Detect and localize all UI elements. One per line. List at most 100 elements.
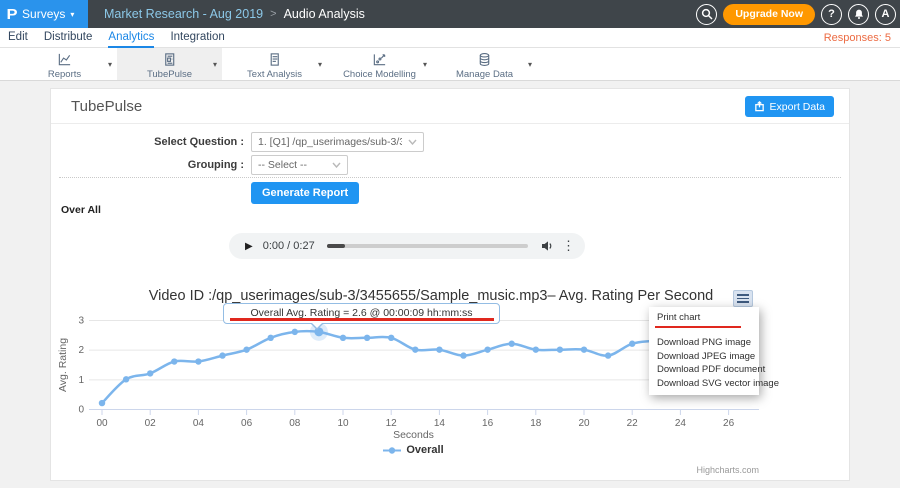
panel-header: TubePulse Export Data	[51, 89, 849, 124]
document-icon	[267, 52, 282, 67]
generate-report-button[interactable]: Generate Report	[251, 182, 359, 204]
svg-text:Avg. Rating: Avg. Rating	[57, 338, 69, 392]
svg-text:2: 2	[78, 345, 84, 356]
svg-text:1: 1	[78, 375, 84, 386]
svg-text:16: 16	[482, 418, 494, 429]
toolbar-group-tubepulse: TubePulse ▾	[117, 48, 222, 80]
avatar[interactable]: A	[875, 4, 896, 25]
app-root: P Surveys ▾ Market Research - Aug 2019 >…	[0, 0, 900, 488]
hamburger-icon	[737, 294, 749, 296]
chart-context-button[interactable]	[733, 290, 753, 307]
select-question-label: Select Question :	[51, 136, 244, 148]
chart-legend[interactable]: Overall	[56, 444, 771, 456]
toolbar-item-reports[interactable]: Reports	[12, 49, 117, 80]
audio-time: 0:00 / 0:27	[263, 240, 315, 252]
line-chart-icon	[57, 52, 72, 67]
kebab-menu-icon[interactable]: ⋮	[562, 238, 575, 254]
header-actions: Upgrade Now ? A	[696, 0, 896, 28]
volume-icon[interactable]	[540, 239, 554, 253]
chevron-down-icon[interactable]: ▾	[108, 60, 112, 69]
chart-tooltip: Overall Avg. Rating = 2.6 @ 00:00:09 hh:…	[223, 303, 500, 324]
product-name: Surveys	[22, 7, 65, 21]
annotation-underline	[230, 318, 494, 321]
chart-context-menu: Print chart Download PNG image Download …	[649, 307, 759, 395]
svg-text:00: 00	[96, 418, 108, 429]
breadcrumb: Market Research - Aug 2019 > Audio Analy…	[104, 0, 365, 28]
chevron-down-icon[interactable]: ▾	[423, 60, 427, 69]
svg-text:02: 02	[145, 418, 157, 429]
scatter-icon	[372, 52, 387, 67]
svg-text:0: 0	[78, 405, 84, 416]
export-data-button[interactable]: Export Data	[745, 96, 834, 117]
breadcrumb-current: Audio Analysis	[284, 7, 365, 21]
highcharts-credit[interactable]: Highcharts.com	[696, 465, 759, 475]
annotation-underline	[655, 326, 741, 329]
analytics-toolbar: Reports ▾ TubePulse ▾ Text Analysis ▾ Ch…	[0, 48, 900, 81]
svg-text:06: 06	[241, 418, 253, 429]
menu-item-download-jpeg[interactable]: Download JPEG image	[649, 350, 759, 364]
chevron-down-icon[interactable]: ▾	[318, 60, 322, 69]
database-icon	[477, 52, 492, 67]
audio-seekbar[interactable]	[327, 244, 528, 248]
audio-player: ▶ 0:00 / 0:27 ⋮	[229, 233, 585, 259]
svg-text:10: 10	[337, 418, 349, 429]
toolbar-group-reports: Reports ▾	[12, 48, 117, 80]
chevron-down-icon[interactable]: ▾	[213, 60, 217, 69]
play-icon[interactable]: ▶	[245, 241, 253, 252]
surveys-menu[interactable]: P Surveys ▾	[0, 0, 88, 28]
svg-text:08: 08	[289, 418, 301, 429]
select-question-value: 1. [Q1] /qp_userimages/sub-3/3455655/S..…	[252, 136, 402, 148]
svg-text:22: 22	[627, 418, 639, 429]
svg-text:3: 3	[78, 316, 84, 327]
legend-marker-icon	[383, 446, 401, 455]
chart-title: Video ID :/qp_userimages/sub-3/3455655/S…	[51, 288, 811, 304]
select-question-dropdown[interactable]: 1. [Q1] /qp_userimages/sub-3/3455655/S..…	[251, 132, 424, 152]
toolbar-group-text-analysis: Text Analysis ▾	[222, 48, 327, 80]
toolbar-group-manage-data: Manage Data ▾	[432, 48, 537, 80]
help-button[interactable]: ?	[821, 4, 842, 25]
nav-item-edit[interactable]: Edit	[8, 28, 28, 48]
audio-seekbar-played	[327, 244, 345, 248]
overall-label: Over All	[61, 204, 101, 216]
chevron-down-icon[interactable]: ▾	[528, 60, 532, 69]
upgrade-now-button[interactable]: Upgrade Now	[723, 4, 815, 25]
notifications-button[interactable]	[848, 4, 869, 25]
toolbar-item-text-analysis[interactable]: Text Analysis	[222, 49, 327, 80]
menu-item-download-pdf[interactable]: Download PDF document	[649, 363, 759, 377]
search-icon	[701, 8, 713, 20]
svg-text:14: 14	[434, 418, 446, 429]
questionpro-logo-icon: P	[6, 6, 17, 23]
grouping-dropdown[interactable]: -- Select --	[251, 155, 348, 175]
legend-label: Overall	[406, 444, 443, 456]
panel-title: TubePulse	[71, 98, 142, 115]
toolbar-item-tubepulse[interactable]: TubePulse	[117, 49, 222, 80]
bell-icon	[853, 8, 865, 20]
toolbar-group-choice-modelling: Choice Modelling ▾	[327, 48, 432, 80]
svg-text:20: 20	[578, 418, 590, 429]
svg-text:26: 26	[723, 418, 735, 429]
toolbar-item-choice-modelling[interactable]: Choice Modelling	[327, 49, 432, 80]
toolbar-item-manage-data[interactable]: Manage Data	[432, 49, 537, 80]
menu-item-print-chart[interactable]: Print chart	[649, 311, 759, 326]
grouping-value: -- Select --	[252, 159, 326, 171]
nav-item-integration[interactable]: Integration	[170, 28, 224, 48]
breadcrumb-survey-link[interactable]: Market Research - Aug 2019	[104, 7, 263, 21]
media-report-icon	[162, 52, 177, 67]
chart-area: Video ID :/qp_userimages/sub-3/3455655/S…	[51, 279, 851, 482]
chevron-down-icon: ▾	[70, 9, 74, 19]
menu-item-download-svg[interactable]: Download SVG vector image	[649, 377, 759, 391]
search-button[interactable]	[696, 4, 717, 25]
breadcrumb-separator: >	[270, 8, 276, 20]
x-axis-label: Seconds	[56, 429, 771, 441]
section-nav: Edit Distribute Analytics Integration Re…	[0, 28, 900, 48]
tubepulse-panel: TubePulse Export Data Select Question : …	[50, 88, 850, 481]
grouping-label: Grouping :	[51, 159, 244, 171]
divider	[59, 177, 841, 178]
svg-text:12: 12	[386, 418, 398, 429]
app-header: P Surveys ▾ Market Research - Aug 2019 >…	[0, 0, 900, 28]
menu-item-download-png[interactable]: Download PNG image	[649, 336, 759, 350]
nav-item-distribute[interactable]: Distribute	[44, 28, 93, 48]
chevron-down-icon	[408, 139, 417, 145]
chevron-down-icon	[332, 162, 341, 168]
nav-item-analytics[interactable]: Analytics	[108, 28, 154, 48]
